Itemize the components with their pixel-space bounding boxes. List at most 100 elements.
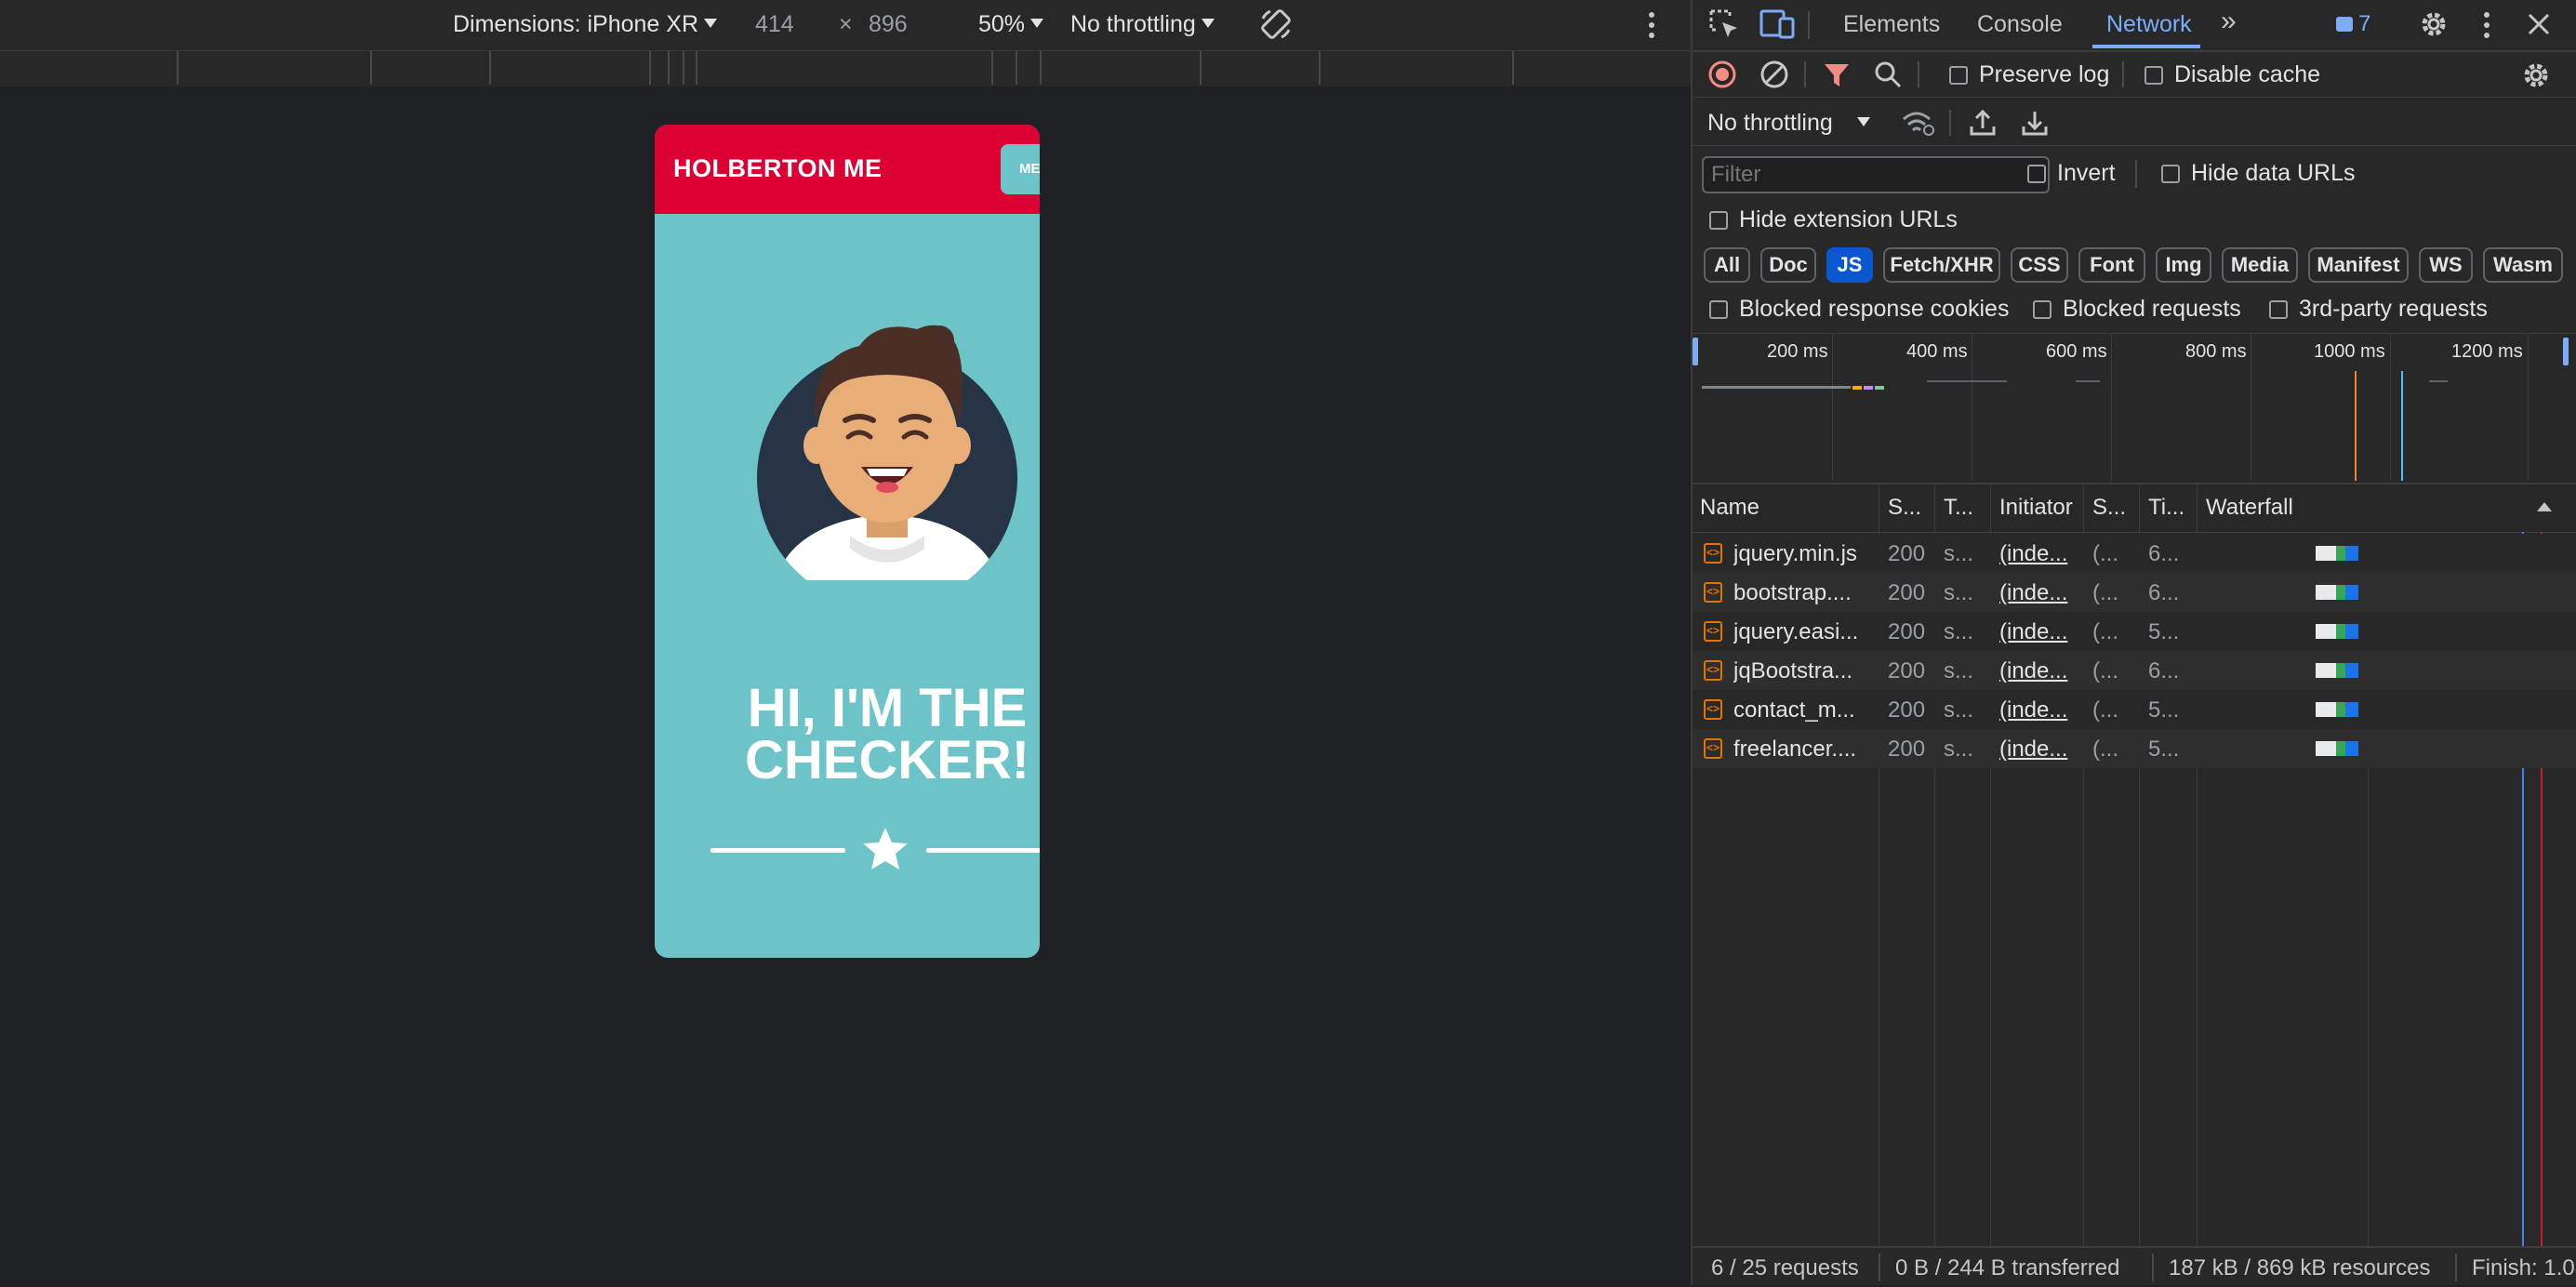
type-filter-fetch-xhr[interactable]: Fetch/XHR [1883,247,2000,283]
network-settings-icon[interactable] [2520,60,2552,91]
waterfall-wait-bar [2336,741,2345,756]
overview-bar [1927,380,2007,382]
overview-right-handle[interactable] [2563,338,2569,365]
device-dimensions-select[interactable]: Dimensions: iPhone XR [453,11,718,38]
zoom-select[interactable]: 50% [978,11,1044,38]
tab-console[interactable]: Console [1977,11,2063,38]
column-status[interactable]: S... [1888,495,1934,521]
request-status: 200 [1888,580,1926,605]
filter-input[interactable] [1702,156,2050,193]
overview-left-handle[interactable] [1693,338,1698,365]
checkbox-box [2269,300,2288,319]
request-size: (... [2092,736,2118,762]
network-conditions-icon[interactable] [1901,110,1936,138]
disable-cache-checkbox[interactable]: Disable cache [2144,61,2320,88]
device-throttling-select[interactable]: No throttling [1070,11,1215,38]
inspect-element-icon[interactable] [1707,7,1741,41]
close-icon[interactable] [2526,11,2552,37]
type-filter-media[interactable]: Media [2222,247,2298,283]
request-name[interactable]: freelancer.... [1733,736,1873,763]
blocked-response-cookies-checkbox[interactable]: Blocked response cookies [1709,296,2009,323]
waterfall-download-bar [2345,546,2358,561]
page-brand[interactable]: HOLBERTON ME [673,154,883,183]
table-row[interactable]: <> jqBootstra... 200 s... (inde... (... … [1693,651,2576,690]
tab-network[interactable]: Network [2106,11,2192,38]
type-filter-manifest[interactable]: Manifest [2308,247,2409,283]
export-har-icon[interactable] [2020,108,2050,138]
request-status: 200 [1888,658,1926,683]
invert-label: Invert [2057,160,2116,186]
table-row[interactable]: <> contact_m... 200 s... (inde... (... 5… [1693,690,2576,729]
network-overview-timeline[interactable]: 200 ms 400 ms 600 ms 800 ms 1000 ms 1200… [1693,333,2576,484]
request-initiator-link[interactable]: (inde... [1999,697,2079,723]
table-row[interactable]: <> jquery.easi... 200 s... (inde... (...… [1693,612,2576,651]
request-name[interactable]: contact_m... [1733,697,1873,723]
request-name[interactable]: bootstrap.... [1733,580,1873,606]
type-filter-doc[interactable]: Doc [1760,247,1816,283]
type-filter-js[interactable]: JS [1826,247,1873,283]
request-initiator-link[interactable]: (inde... [1999,580,2079,606]
request-name[interactable]: jqBootstra... [1733,658,1873,684]
more-tabs-icon[interactable]: » [2221,6,2237,37]
hide-extension-urls-checkbox[interactable]: Hide extension URLs [1709,206,1958,233]
viewport-height-input[interactable]: 896 [869,11,908,38]
emulated-page: HOLBERTON ME ME HI, I'M THE CHECKER! [655,125,1040,958]
tab-elements[interactable]: Elements [1843,11,1940,38]
column-name[interactable]: Name [1700,495,1877,521]
request-type: s... [1944,697,1974,723]
network-status-bar: 6 / 25 requests 0 B / 244 B transferred … [1693,1246,2576,1287]
blocked-requests-checkbox[interactable]: Blocked requests [2033,296,2241,323]
devtools-panel: Elements Console Network » 7 Preserve lo… [1693,0,2576,1285]
invert-checkbox-row[interactable]: Invert [2027,160,2116,187]
checkbox-box [2027,165,2046,183]
request-name[interactable]: jquery.easi... [1733,619,1873,645]
preserve-log-checkbox[interactable]: Preserve log [1949,61,2109,88]
device-toolbar-icon[interactable] [1759,7,1795,41]
request-initiator-link[interactable]: (inde... [1999,736,2079,763]
filter-icon[interactable] [1823,61,1851,89]
script-file-icon: <> [1704,621,1722,642]
menu-button[interactable]: ME [1001,144,1040,194]
type-filter-ws[interactable]: WS [2419,247,2473,283]
waterfall-download-bar [2345,702,2358,717]
type-filter-all[interactable]: All [1704,247,1750,283]
type-filter-css[interactable]: CSS [2011,247,2068,283]
import-har-icon[interactable] [1968,108,1998,138]
viewport-width-input[interactable]: 414 [755,11,794,38]
checkbox-box [2033,300,2052,319]
hide-data-urls-checkbox[interactable]: Hide data URLs [2161,160,2355,187]
record-stop-icon[interactable] [1707,60,1737,89]
type-filter-font[interactable]: Font [2078,247,2145,283]
media-query-ruler[interactable] [0,50,1691,87]
table-row[interactable]: <> jquery.min.js 200 s... (inde... (... … [1693,534,2576,573]
more-options-icon[interactable] [1642,9,1661,41]
column-initiator[interactable]: Initiator [1999,495,2083,521]
search-icon[interactable] [1873,60,1903,89]
devtools-menu-icon[interactable] [2477,9,2496,41]
sort-ascending-icon[interactable] [2535,500,2554,513]
rotate-icon[interactable] [1257,6,1295,43]
overview-tick: 200 ms [1767,341,1828,362]
column-time[interactable]: Ti... [2148,495,2195,521]
type-filter-img[interactable]: Img [2156,247,2211,283]
third-party-requests-checkbox[interactable]: 3rd-party requests [2269,296,2488,323]
request-initiator-link[interactable]: (inde... [1999,619,2079,645]
column-size[interactable]: S... [2092,495,2139,521]
column-type[interactable]: T... [1944,495,1990,521]
table-row[interactable]: <> bootstrap.... 200 s... (inde... (... … [1693,573,2576,612]
message-icon [2336,17,2353,32]
chevron-down-icon [1856,117,1870,126]
table-row[interactable]: <> freelancer.... 200 s... (inde... (...… [1693,729,2576,768]
throttling-select[interactable]: No throttling [1707,110,1870,137]
blocked-requests-label: Blocked requests [2063,296,2241,322]
settings-gear-icon[interactable] [2418,8,2450,40]
request-name[interactable]: jquery.min.js [1733,541,1873,567]
request-initiator-link[interactable]: (inde... [1999,658,2079,684]
request-initiator-link[interactable]: (inde... [1999,541,2079,567]
clear-icon[interactable] [1759,60,1789,89]
type-filter-wasm[interactable]: Wasm [2483,247,2563,283]
overview-tick: 800 ms [2185,341,2247,362]
overview-bar [1875,386,1884,390]
issues-badge[interactable]: 7 [2336,11,2370,37]
column-waterfall[interactable]: Waterfall [2206,495,2392,521]
